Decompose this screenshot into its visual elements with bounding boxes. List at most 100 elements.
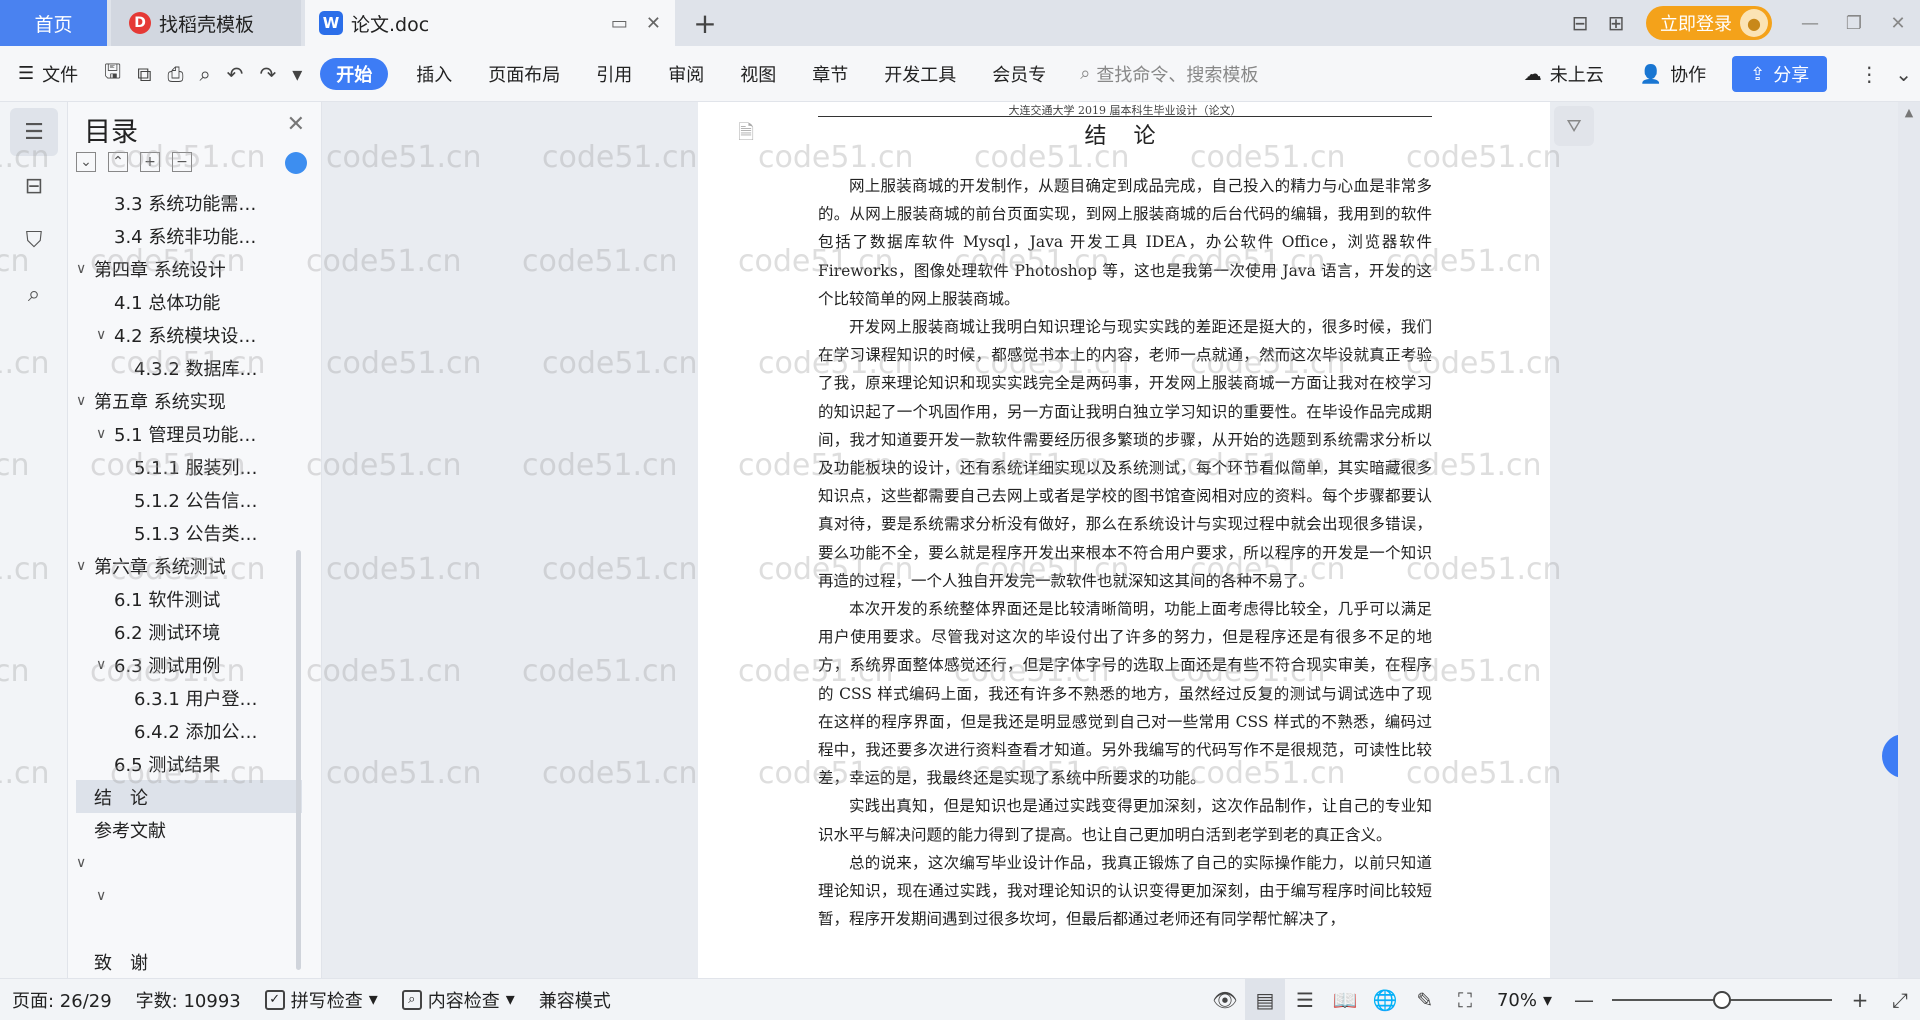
chevron-down-icon[interactable]: ∨ bbox=[76, 393, 94, 409]
close-icon[interactable]: ✕ bbox=[287, 112, 305, 137]
chevron-down-icon[interactable]: ∨ bbox=[96, 657, 114, 673]
fit-page-icon[interactable]: ⛶ bbox=[1445, 979, 1485, 1020]
save-icon[interactable]: 🖫 bbox=[96, 46, 129, 102]
apps-grid-icon[interactable]: ⊞ bbox=[1598, 0, 1634, 46]
chevron-down-icon[interactable]: ∨ bbox=[96, 888, 114, 904]
page-view-icon[interactable]: ▤ bbox=[1244, 979, 1285, 1020]
assistant-icon[interactable] bbox=[285, 152, 307, 174]
fullscreen-icon[interactable]: ⤢ bbox=[1880, 979, 1920, 1020]
tab-document[interactable]: W 论文.doc ▭ ✕ bbox=[305, 0, 675, 46]
pen-icon[interactable]: ✎ bbox=[1405, 979, 1445, 1020]
layout-icon[interactable]: ⊟ bbox=[1562, 0, 1598, 46]
close-window-icon[interactable]: ✕ bbox=[1876, 0, 1920, 46]
new-tab-button[interactable]: + bbox=[690, 0, 720, 46]
scroll-up-icon[interactable]: ▲ bbox=[1898, 102, 1920, 124]
zoom-in-icon[interactable]: + bbox=[1840, 979, 1880, 1020]
expand-down-icon[interactable]: ⌄ bbox=[76, 152, 96, 172]
ribbon-tab-references[interactable]: 引用 bbox=[578, 46, 650, 102]
ribbon-tab-home[interactable]: 开始 bbox=[320, 57, 389, 90]
restore-icon[interactable]: ❐ bbox=[1832, 0, 1876, 46]
eye-protect-icon[interactable]: 👁 bbox=[1205, 979, 1245, 1020]
page-doc-icon[interactable]: 🗎 bbox=[738, 118, 754, 152]
toc-item[interactable]: 4.1 总体功能 bbox=[76, 285, 302, 318]
toc-item[interactable]: ∨ 6.3 测试用例 bbox=[76, 648, 302, 681]
document-body[interactable]: 网上服装商城的开发制作，从题目确定到成品完成，自己投入的精力与心血是非常多的。从… bbox=[818, 172, 1432, 933]
toc-item[interactable]: ∨ 第五章 系统实现 bbox=[76, 384, 302, 417]
toc-item[interactable]: 5.1.2 公告信… bbox=[76, 483, 302, 516]
toc-item[interactable]: 5.1.3 公告类… bbox=[76, 516, 302, 549]
tab-daoke-templates[interactable]: D 找稻壳模板 bbox=[111, 0, 301, 46]
zoom-slider[interactable] bbox=[1612, 991, 1832, 1009]
toc-item[interactable]: 4.3.2 数据库… bbox=[76, 351, 302, 384]
content-check-button[interactable]: ⌕ 内容检查 ▾ bbox=[390, 987, 527, 1013]
collapse-ribbon-icon[interactable]: ⌄ bbox=[1887, 46, 1920, 102]
spell-check-button[interactable]: ✓ 拼写检查 ▾ bbox=[253, 987, 390, 1013]
toc-panel-icon[interactable]: ☰ bbox=[10, 108, 58, 156]
toc-item[interactable]: ∨ 5.1 管理员功能… bbox=[76, 417, 302, 450]
file-menu[interactable]: ☰ 文件 bbox=[0, 46, 96, 102]
login-button[interactable]: 立即登录 ● bbox=[1646, 6, 1772, 40]
ribbon-tab-review[interactable]: 审阅 bbox=[650, 46, 722, 102]
toc-item[interactable] bbox=[76, 912, 302, 945]
ribbon-tab-member[interactable]: 会员专 bbox=[974, 46, 1064, 102]
ribbon-tab-section[interactable]: 章节 bbox=[794, 46, 866, 102]
zoom-slider-knob[interactable] bbox=[1713, 991, 1731, 1009]
toc-item[interactable]: ∨ bbox=[76, 846, 302, 879]
print-preview-icon[interactable]: ⌕ bbox=[191, 46, 218, 102]
toc-item[interactable]: 致 谢 bbox=[76, 945, 302, 976]
toc-item[interactable]: 6.5 测试结果 bbox=[76, 747, 302, 780]
zoom-level[interactable]: 70% ▾ bbox=[1485, 990, 1564, 1011]
command-search[interactable]: ⌕ 查找命令、搜索模板 bbox=[1080, 61, 1258, 87]
toc-item[interactable]: 6.3.1 用户登… bbox=[76, 681, 302, 714]
toc-scrollbar[interactable] bbox=[296, 550, 301, 970]
outline-view-icon[interactable]: ☰ bbox=[1285, 979, 1325, 1020]
ribbon-tab-developer[interactable]: 开发工具 bbox=[866, 46, 974, 102]
reading-view-icon[interactable]: 📖 bbox=[1325, 979, 1365, 1020]
chevron-down-icon[interactable]: ∨ bbox=[76, 558, 94, 574]
document-page[interactable]: 🗎 大连交通大学 2019 届本科生毕业设计（论文） 结 论 网上服装商城的开发… bbox=[698, 102, 1550, 978]
chevron-down-icon[interactable]: ∨ bbox=[76, 855, 94, 871]
undo-icon[interactable]: ↶ bbox=[219, 46, 252, 102]
bookmark-icon[interactable]: ⛉ bbox=[10, 216, 58, 264]
share-button[interactable]: ⇪ 分享 bbox=[1732, 56, 1828, 92]
toc-item[interactable]: 结 论 bbox=[76, 780, 302, 813]
vertical-scrollbar[interactable]: ▲ bbox=[1898, 102, 1920, 978]
ribbon-tab-insert[interactable]: 插入 bbox=[398, 46, 470, 102]
chevron-down-icon[interactable]: ∨ bbox=[76, 261, 94, 277]
toc-item[interactable]: 6.4.2 添加公… bbox=[76, 714, 302, 747]
ribbon-tab-layout[interactable]: 页面布局 bbox=[470, 46, 578, 102]
toc-item[interactable]: ∨ 4.2 系统模块设… bbox=[76, 318, 302, 351]
collapse-up-icon[interactable]: ⌃ bbox=[108, 152, 128, 172]
toc-item[interactable]: 6.1 软件测试 bbox=[76, 582, 302, 615]
tab-home[interactable]: 首页 bbox=[0, 0, 107, 46]
filter-icon[interactable]: ⛛ bbox=[1554, 106, 1594, 146]
outline-icon[interactable]: ⊟ bbox=[10, 162, 58, 210]
export-icon[interactable]: ⧉ bbox=[129, 46, 159, 102]
toc-item[interactable]: ∨ bbox=[76, 879, 302, 912]
toc-item[interactable]: ∨ 第六章 系统测试 bbox=[76, 549, 302, 582]
web-view-icon[interactable]: 🌐 bbox=[1365, 979, 1405, 1020]
page-counter[interactable]: 页面: 26/29 bbox=[0, 987, 124, 1013]
toc-item[interactable]: 3.4 系统非功能… bbox=[76, 219, 302, 252]
find-icon[interactable]: ⌕ bbox=[10, 270, 58, 318]
monitor-icon[interactable]: ▭ bbox=[611, 13, 628, 34]
toc-item[interactable]: 3.3 系统功能需… bbox=[76, 186, 302, 219]
ribbon-tab-view[interactable]: 视图 bbox=[722, 46, 794, 102]
word-count[interactable]: 字数: 10993 bbox=[124, 987, 253, 1013]
toc-item[interactable]: 参考文献 bbox=[76, 813, 302, 846]
close-tab-icon[interactable]: ✕ bbox=[646, 13, 661, 34]
print-icon[interactable]: ⎙ bbox=[159, 46, 191, 102]
minimize-icon[interactable]: — bbox=[1788, 0, 1832, 46]
redo-icon[interactable]: ↷ bbox=[251, 46, 284, 102]
chevron-down-icon[interactable]: ∨ bbox=[96, 426, 114, 442]
toc-item[interactable]: ∨ 第四章 系统设计 bbox=[76, 252, 302, 285]
chevron-down-icon[interactable]: ∨ bbox=[96, 327, 114, 343]
collaborate-button[interactable]: 👤 协作 bbox=[1622, 46, 1724, 102]
zoom-out-icon[interactable]: — bbox=[1564, 979, 1604, 1020]
cloud-status[interactable]: ☁ 未上云 bbox=[1506, 46, 1622, 102]
remove-level-icon[interactable]: − bbox=[172, 152, 192, 172]
more-dropdown-icon[interactable]: ▾ bbox=[284, 46, 310, 102]
more-options-icon[interactable]: ⋮ bbox=[1851, 46, 1887, 102]
toc-item[interactable]: 6.2 测试环境 bbox=[76, 615, 302, 648]
add-level-icon[interactable]: + bbox=[140, 152, 160, 172]
